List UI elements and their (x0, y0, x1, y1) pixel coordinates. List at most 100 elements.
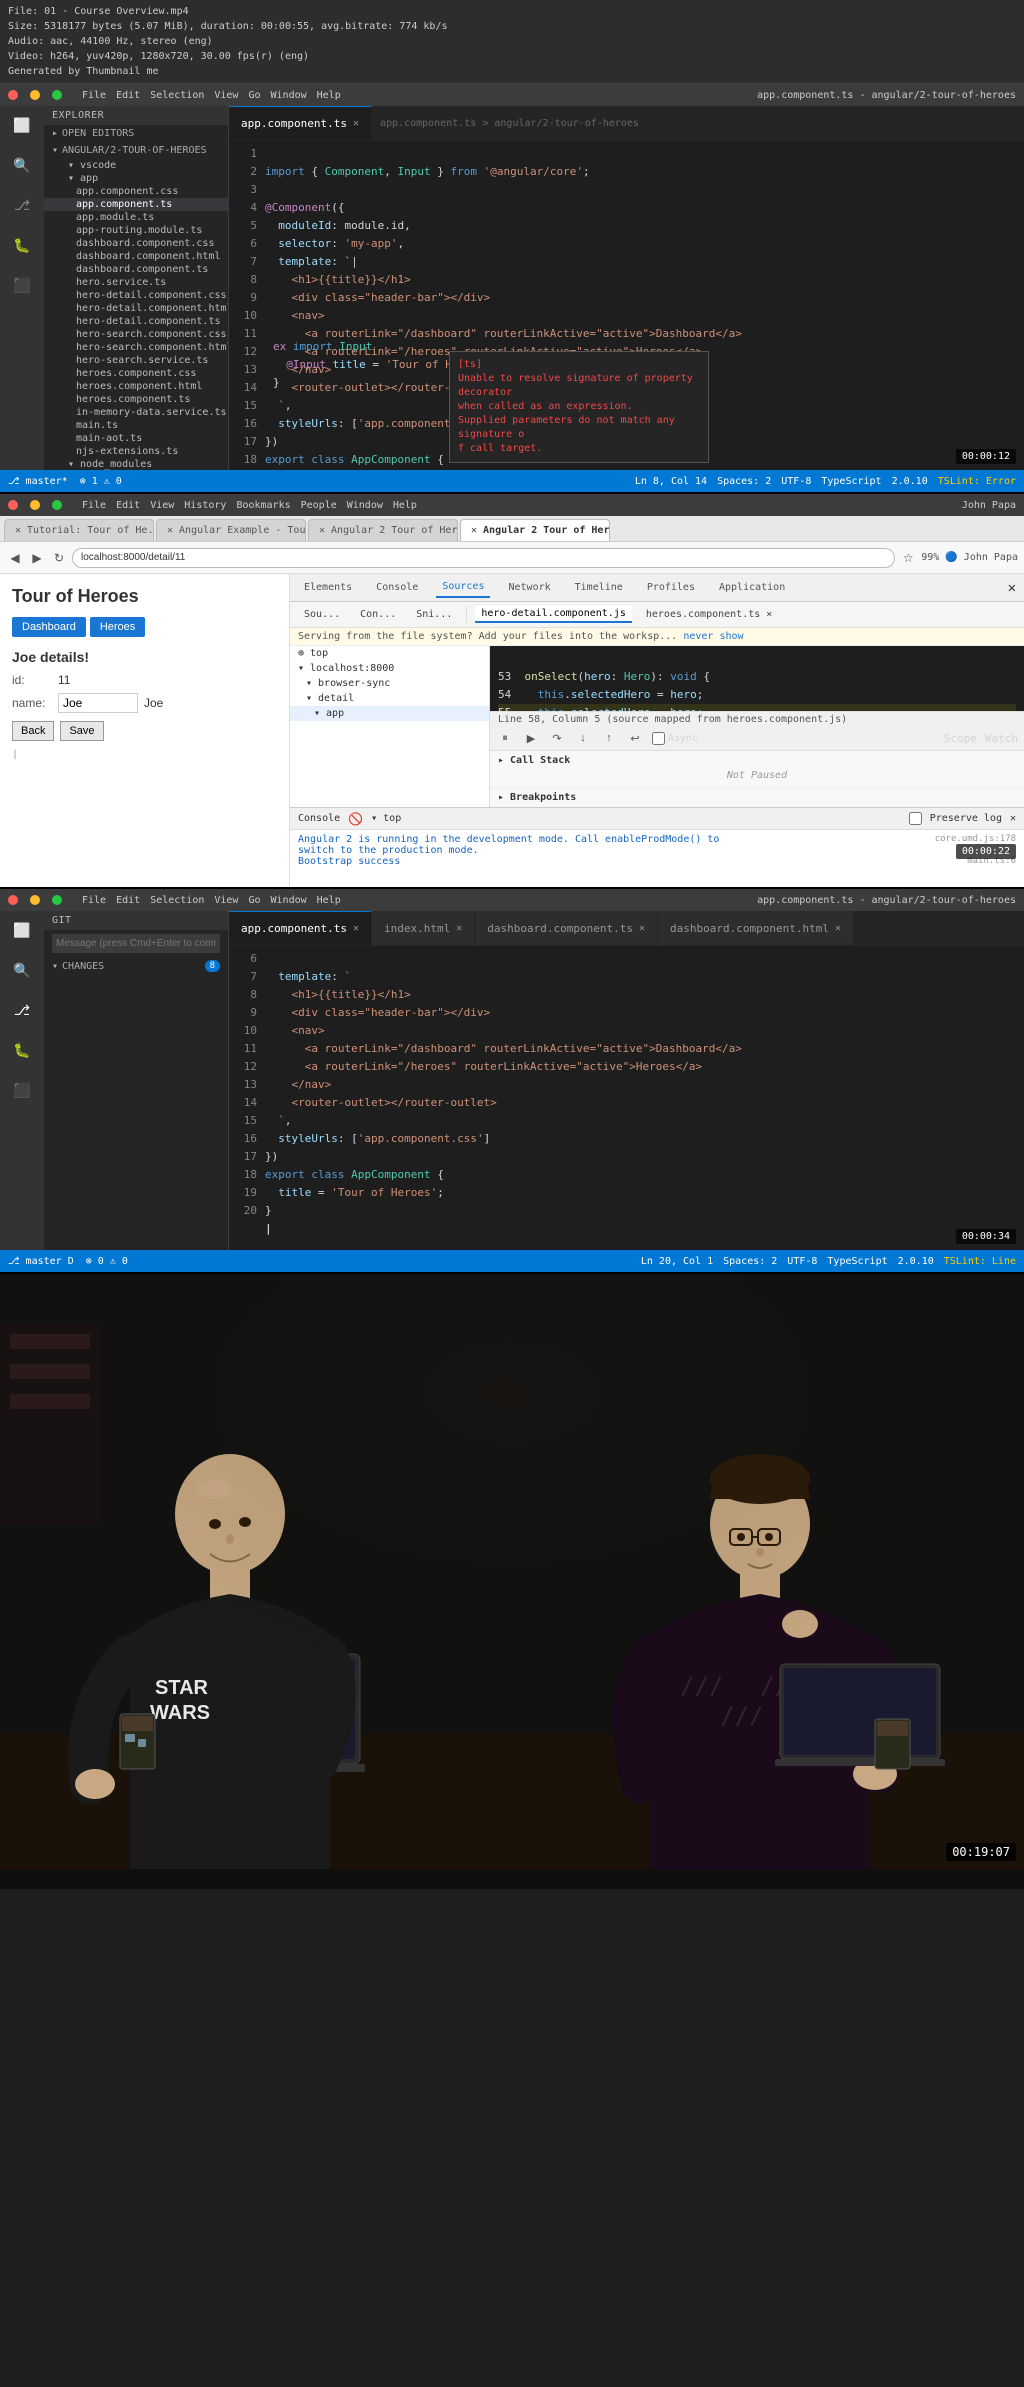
debug-deactivate-btn[interactable]: ↩ (626, 729, 644, 747)
sidebar-item-njs[interactable]: njs-extensions.ts (44, 445, 228, 458)
code-text-2[interactable]: template: ` <h1>{{title}}</h1> <div clas… (265, 950, 1024, 1246)
sidebar-item-app-component-css[interactable]: app.component.css (44, 185, 228, 198)
callstack-header[interactable]: ▸ Call Stack (498, 755, 1016, 766)
close-button[interactable] (8, 90, 18, 100)
browser-minimize-btn[interactable] (30, 500, 40, 510)
menu2-help[interactable]: Help (317, 895, 341, 906)
code-editor-2[interactable]: 678910 1112131415 16171819 20 template: … (229, 946, 1024, 1250)
maximize-button[interactable] (52, 90, 62, 100)
git-branch-1[interactable]: ⎇ master* (8, 476, 68, 487)
sidebar-item-hero-search-service[interactable]: hero-search.service.ts (44, 354, 228, 367)
close-btn-2[interactable] (8, 895, 18, 905)
git-branch-2[interactable]: ⎇ master D (8, 1256, 74, 1267)
sidebar-item-app-routing[interactable]: app-routing.module.ts (44, 224, 228, 237)
sidebar-item-hero-service[interactable]: hero.service.ts (44, 276, 228, 289)
sidebar-item-app-component-ts[interactable]: app.component.ts (44, 198, 228, 211)
tree-item-browser-sync[interactable]: ▾ browser-sync (290, 676, 489, 691)
code-editor-1[interactable]: 12345 678910 1112131415 1617181920 21 22… (229, 141, 1024, 470)
devtools-tab-network[interactable]: Network (502, 578, 556, 597)
menu-view[interactable]: View (214, 90, 238, 101)
devtools-tab-application[interactable]: Application (713, 578, 791, 597)
source-file-heroes[interactable]: heroes.component.ts × (640, 607, 778, 622)
minimize-btn-2[interactable] (30, 895, 40, 905)
menu2-view[interactable]: View (214, 895, 238, 906)
sidebar-item-main[interactable]: main.ts (44, 419, 228, 432)
sidebar-item-hero-detail-html[interactable]: hero-detail.component.html (44, 302, 228, 315)
project-section[interactable]: ▾ANGULAR/2-TOUR-OF-HEROES (44, 142, 228, 159)
url-bar[interactable] (72, 548, 895, 568)
menu-go[interactable]: Go (248, 90, 260, 101)
menu-people-b[interactable]: People (301, 500, 337, 511)
browser-tab-2[interactable]: ✕ Angular Example - Tour... (156, 519, 306, 541)
sidebar-item-dashboard-html[interactable]: dashboard.component.html (44, 250, 228, 263)
tab-close-icon[interactable]: ✕ (353, 118, 359, 129)
explorer-icon[interactable]: ⬜ (10, 114, 34, 138)
menu-file[interactable]: File (82, 90, 106, 101)
menu-help-b[interactable]: Help (393, 500, 417, 511)
editor-tab2-dashboard-html[interactable]: dashboard.component.html ✕ (658, 911, 854, 945)
devtools-code-view[interactable]: 53 onSelect(hero: Hero): void { 54 this.… (490, 646, 1024, 711)
sidebar-item-hero-search-css[interactable]: hero-search.component.css (44, 328, 228, 341)
debug-step-over-btn[interactable]: ↷ (548, 729, 566, 747)
extensions-icon[interactable]: ⬛ (10, 274, 34, 298)
editor-tab2-dashboard-ts[interactable]: dashboard.component.ts ✕ (475, 911, 658, 945)
menu-window-b[interactable]: Window (347, 500, 383, 511)
menu2-go[interactable]: Go (248, 895, 260, 906)
open-editors-section[interactable]: ▸OPEN EDITORS (44, 125, 228, 142)
language-mode-2[interactable]: TypeScript (827, 1256, 887, 1267)
devtools-tab-elements[interactable]: Elements (298, 578, 358, 597)
editor-tab2-app-component[interactable]: app.component.ts ✕ (229, 911, 372, 945)
menu-file-b[interactable]: File (82, 500, 106, 511)
search-icon-2[interactable]: 🔍 (10, 959, 34, 983)
tab2-close-2[interactable]: ✕ (456, 923, 462, 934)
debug-step-into-btn[interactable]: ↓ (574, 729, 592, 747)
source-file-hero-detail[interactable]: hero-detail.component.js (475, 606, 632, 623)
menu-history-b[interactable]: History (184, 500, 226, 511)
sidebar-item-main-aot[interactable]: main-aot.ts (44, 432, 228, 445)
forward-button[interactable]: ▶ (28, 549, 46, 567)
async-check[interactable] (652, 732, 665, 745)
devtools-tab-timeline[interactable]: Timeline (569, 578, 629, 597)
menu-selection[interactable]: Selection (150, 90, 204, 101)
browser-tab-1[interactable]: ✕ Tutorial: Tour of He... (4, 519, 154, 541)
toh-save-button[interactable]: Save (60, 721, 103, 741)
sources-tab-con[interactable]: Con... (354, 607, 402, 622)
search-icon[interactable]: 🔍 (10, 154, 34, 178)
language-mode-1[interactable]: TypeScript (821, 476, 881, 487)
tab2-close-4[interactable]: ✕ (835, 923, 841, 934)
tree-item-localhost[interactable]: ▾ localhost:8000 (290, 661, 489, 676)
sources-tab-sni[interactable]: Sni... (410, 607, 458, 622)
devtools-tab-sources[interactable]: Sources (436, 577, 490, 598)
sidebar-item-hero-detail-ts[interactable]: hero-detail.component.ts (44, 315, 228, 328)
sidebar-item-app-module[interactable]: app.module.ts (44, 211, 228, 224)
menu2-selection[interactable]: Selection (150, 895, 204, 906)
sidebar-item-in-memory[interactable]: in-memory-data.service.ts (44, 406, 228, 419)
devtools-tab-profiles[interactable]: Profiles (641, 578, 701, 597)
tree-item-detail[interactable]: ▾ detail (290, 691, 489, 706)
async-checkbox[interactable]: Async (652, 732, 698, 745)
toh-back-button[interactable]: Back (12, 721, 54, 741)
tab2-close-1[interactable]: ✕ (353, 923, 359, 934)
debug-step-out-btn[interactable]: ↑ (600, 729, 618, 747)
extensions-icon-2[interactable]: ⬛ (10, 1079, 34, 1103)
menu2-file[interactable]: File (82, 895, 106, 906)
back-button[interactable]: ◀ (6, 549, 24, 567)
sidebar-item-app[interactable]: ▾ app (44, 172, 228, 185)
git-icon-2[interactable]: ⎇ (10, 999, 34, 1023)
git-commit-input[interactable] (52, 934, 220, 953)
toh-name-input[interactable] (58, 693, 138, 713)
console-clear-icon[interactable]: 🚫 (348, 812, 363, 826)
sidebar-item-node-modules[interactable]: ▾ node_modules (44, 458, 228, 470)
minimize-button[interactable] (30, 90, 40, 100)
menu-view-b[interactable]: View (150, 500, 174, 511)
debug-icon[interactable]: 🐛 (10, 234, 34, 258)
git-icon[interactable]: ⎇ (10, 194, 34, 218)
tab2-close-3[interactable]: ✕ (639, 923, 645, 934)
maximize-btn-2[interactable] (52, 895, 62, 905)
editor-tab-app-component[interactable]: app.component.ts ✕ (229, 106, 372, 140)
menu2-edit[interactable]: Edit (116, 895, 140, 906)
top-filter[interactable]: ▾ top (371, 813, 401, 824)
sidebar-item-dashboard-css[interactable]: dashboard.component.css (44, 237, 228, 250)
devtools-tab-console[interactable]: Console (370, 578, 424, 597)
console-close-icon[interactable]: ✕ (1010, 813, 1016, 824)
